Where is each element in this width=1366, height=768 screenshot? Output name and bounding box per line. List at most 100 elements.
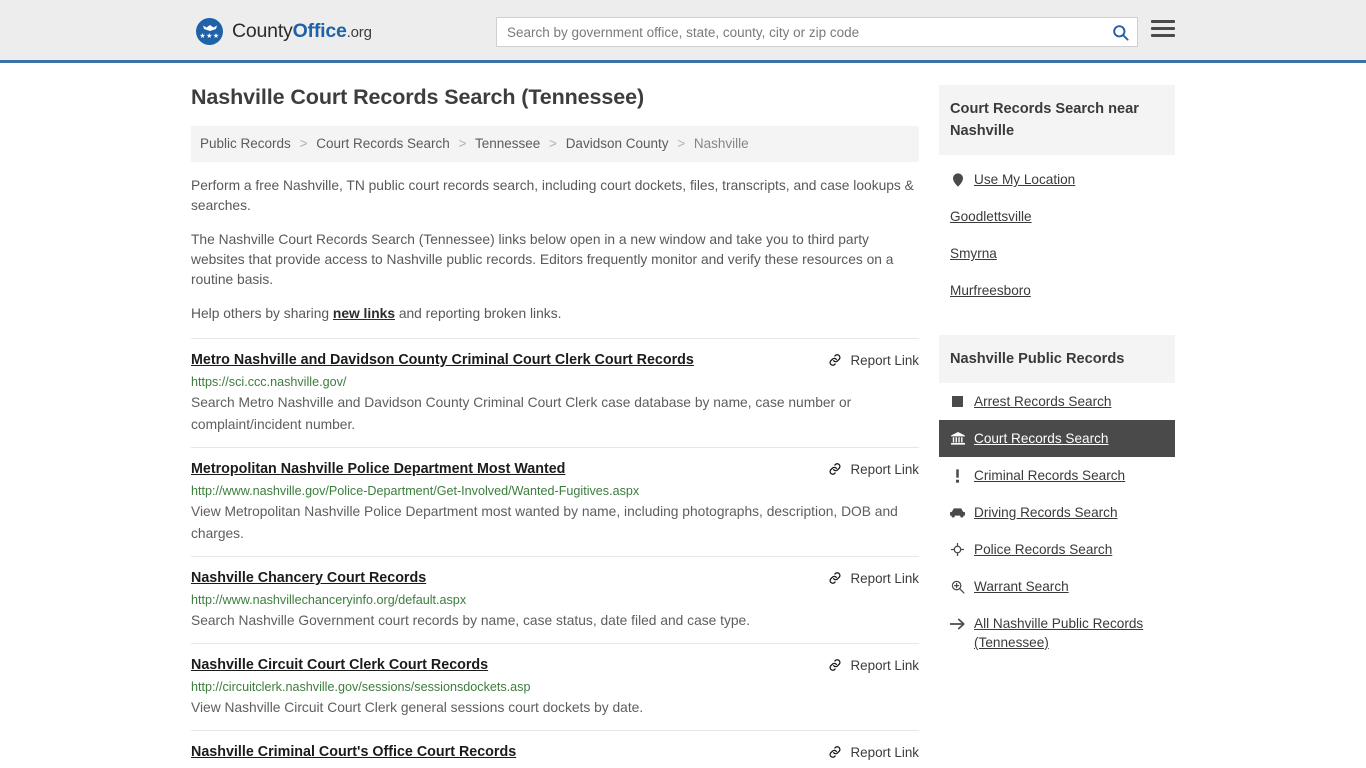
help-suffix: and reporting broken links. [395,306,562,321]
nearby-block: Court Records Search near Nashville Use … [939,85,1175,309]
result-url: https://sci.ccc.nashville.gov/ [191,375,347,389]
sidebar-item-driving-records-search[interactable]: Driving Records Search [939,494,1175,531]
sidebar-item-murfreesboro[interactable]: Murfreesboro [939,272,1175,309]
result-url: http://www.nashville.gov/Police-Departme… [191,484,640,498]
sidebar-item-label: Smyrna [950,246,997,261]
breadcrumb-item-tennessee[interactable]: Tennessee [475,136,540,151]
breadcrumb-separator: > [458,136,467,151]
hamburger-bar [1151,34,1175,37]
sidebar-item-arrest-records-search[interactable]: Arrest Records Search [939,383,1175,420]
sidebar-item-label: Use My Location [974,172,1076,187]
report-link-button[interactable]: Report Link [827,351,919,368]
sidebar-item-label: Murfreesboro [950,283,1031,298]
sidebar-item-court-records-search[interactable]: Court Records Search [939,420,1175,457]
result-item: Nashville Criminal Court's Office Court … [191,730,919,768]
list-item: Police Records Search [939,531,1175,568]
report-link-label: Report Link [850,352,919,368]
courthouse-glyph [950,432,965,445]
report-link-button[interactable]: Report Link [827,569,919,586]
breadcrumb-separator: > [549,136,557,151]
sidebar-item-goodlettsville[interactable]: Goodlettsville [939,198,1175,235]
arrow-right-glyph [950,618,965,629]
breadcrumb-item-davidson-county[interactable]: Davidson County [566,136,669,151]
list-item: Driving Records Search [939,494,1175,531]
list-item: Use My Location [939,161,1175,198]
report-link-label: Report Link [850,657,919,673]
result-title-link[interactable]: Metro Nashville and Davidson County Crim… [191,351,694,370]
nearby-heading: Court Records Search near Nashville [939,85,1175,155]
result-description: Search Metro Nashville and Davidson Coun… [191,395,852,432]
sidebar-item-label: Criminal Records Search [974,468,1126,483]
sidebar-item-police-records-search[interactable]: Police Records Search [939,531,1175,568]
report-link-button[interactable]: Report Link [827,460,919,477]
list-item: Murfreesboro [939,272,1175,309]
page-title: Nashville Court Records Search (Tennesse… [191,85,645,109]
main-column: Nashville Court Records Search (Tennesse… [191,85,919,768]
sidebar-item-label: Goodlettsville [950,209,1032,224]
breadcrumb: Public Records > Court Records Search > … [191,126,919,162]
hamburger-bar [1151,20,1175,23]
breadcrumb-item-nashville: Nashville [693,136,749,151]
sidebar-item-all-nashville-public-records[interactable]: All Nashville Public Records (Tennessee) [939,605,1175,661]
search-button[interactable] [1103,18,1137,46]
list-item: Criminal Records Search [939,457,1175,494]
search-icon [1112,24,1129,41]
square-icon [950,392,965,411]
sidebar-item-criminal-records-search[interactable]: Criminal Records Search [939,457,1175,494]
breadcrumb-item-court-records-search[interactable]: Court Records Search [316,136,450,151]
logo-text-part3: .org [346,24,372,41]
map-pin-icon [950,170,965,189]
breadcrumb-item-public-records[interactable]: Public Records [200,136,291,151]
result-header: Metropolitan Nashville Police Department… [191,460,919,479]
car-glyph [950,507,965,518]
intro-paragraph-2: The Nashville Court Records Search (Tenn… [191,232,894,287]
result-url: http://circuitclerk.nashville.gov/sessio… [191,680,531,694]
result-item: Nashville Circuit Court Clerk Court Reco… [191,643,919,730]
result-item: Nashville Chancery Court Records Report … [191,556,919,643]
sidebar-item-label: Driving Records Search [974,505,1118,520]
public-records-list: Arrest Records Search Court Records Sear… [939,383,1175,661]
help-paragraph: Help others by sharing new links and rep… [191,304,919,324]
result-header: Nashville Criminal Court's Office Court … [191,743,919,762]
new-links-link[interactable]: new links [333,306,395,321]
list-item: Goodlettsville [939,198,1175,235]
sidebar-item-use-my-location[interactable]: Use My Location [939,161,1175,198]
logo-text-part2: Office [292,20,347,42]
police-badge-glyph [951,543,964,556]
sidebar-item-warrant-search[interactable]: Warrant Search [939,568,1175,605]
sidebar-item-label: Police Records Search [974,542,1113,557]
breadcrumb-separator: > [677,136,686,151]
report-link-button[interactable]: Report Link [827,743,919,760]
site-header: ★★★ CountyOffice.org [0,0,1366,63]
result-header: Nashville Circuit Court Clerk Court Reco… [191,656,919,675]
list-item: Smyrna [939,235,1175,272]
intro-text: Perform a free Nashville, TN public cour… [191,176,919,324]
result-title-link[interactable]: Nashville Circuit Court Clerk Court Reco… [191,656,488,675]
result-title-link[interactable]: Nashville Chancery Court Records [191,569,426,588]
car-icon [950,503,965,522]
police-badge-icon [950,540,965,559]
result-item: Metropolitan Nashville Police Department… [191,447,919,556]
result-title-link[interactable]: Nashville Criminal Court's Office Court … [191,743,516,762]
site-logo[interactable]: ★★★ CountyOffice.org [196,18,372,45]
list-item: Warrant Search [939,568,1175,605]
result-title-link[interactable]: Metropolitan Nashville Police Department… [191,460,565,479]
report-link-button[interactable]: Report Link [827,656,919,673]
report-link-label: Report Link [850,461,919,477]
list-item: Arrest Records Search [939,383,1175,420]
hamburger-menu-icon[interactable] [1151,20,1175,37]
search-bar[interactable] [496,17,1138,47]
broken-link-icon [829,463,841,475]
help-prefix: Help others by sharing [191,306,333,321]
logo-wordmark: CountyOffice.org [232,20,372,43]
square-glyph [952,396,963,407]
broken-link-icon [829,354,841,366]
sidebar-item-label: All Nashville Public Records (Tennessee) [974,616,1144,650]
report-link-label: Report Link [850,570,919,586]
intro-paragraph-1: Perform a free Nashville, TN public cour… [191,178,914,213]
exclamation-glyph [956,468,959,483]
sidebar-item-label: Warrant Search [974,579,1069,594]
sidebar-item-smyrna[interactable]: Smyrna [939,235,1175,272]
breadcrumb-separator: > [299,136,308,151]
search-input[interactable] [497,18,1103,46]
